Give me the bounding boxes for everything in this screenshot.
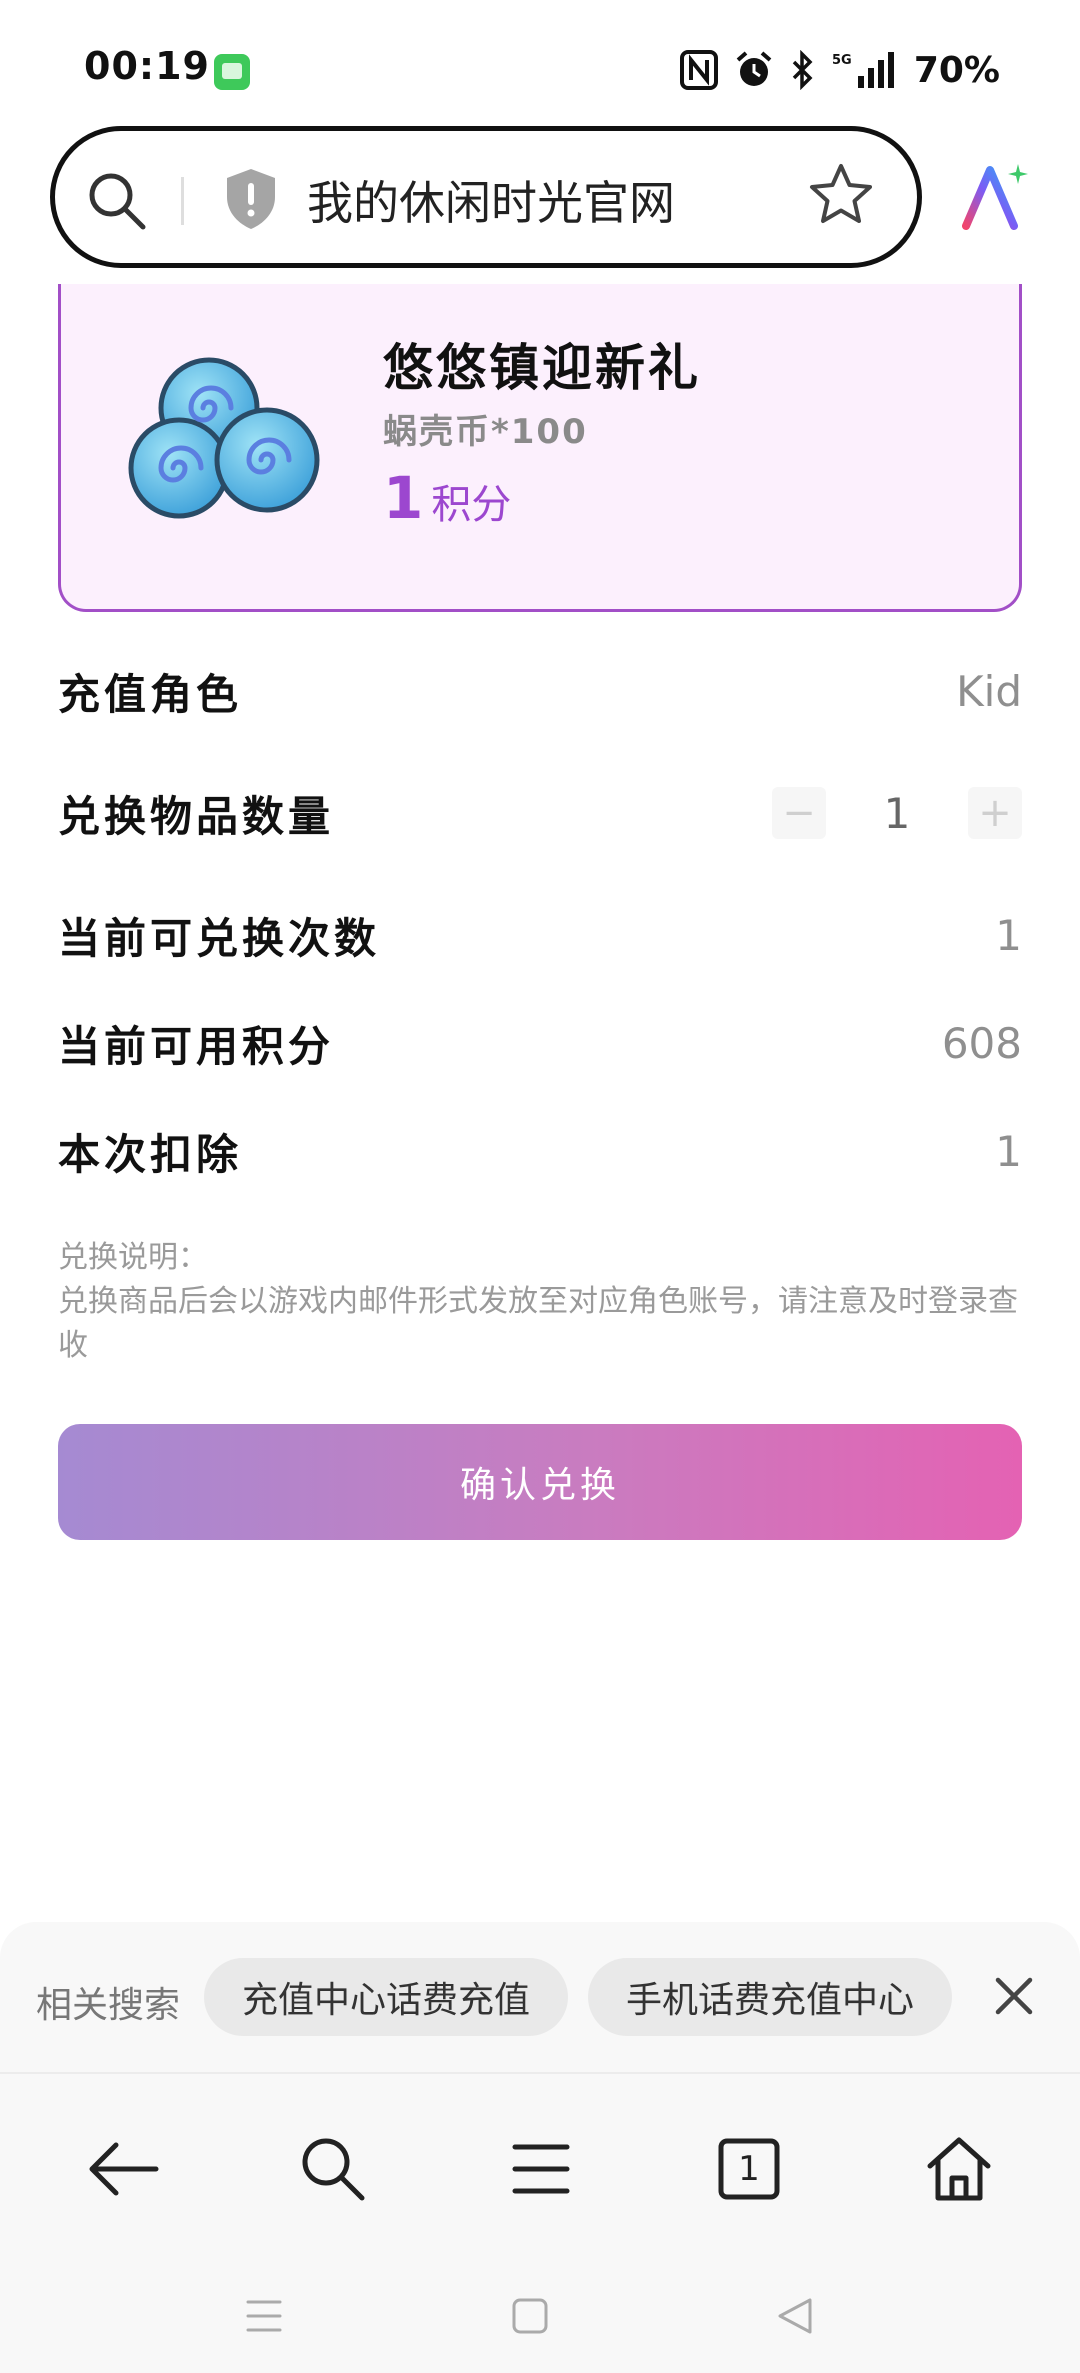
remaining-label: 当前可兑换次数 bbox=[58, 913, 381, 963]
message-icon bbox=[214, 54, 250, 90]
battery-percent: 70% bbox=[913, 49, 1000, 91]
ai-assistant-icon[interactable] bbox=[960, 160, 1030, 236]
row-quantity: 兑换物品数量 − 1 + bbox=[58, 778, 1022, 848]
nfc-icon bbox=[679, 50, 718, 90]
browser-toolbar: 1 bbox=[0, 2074, 1080, 2373]
home-icon[interactable] bbox=[914, 2124, 1004, 2214]
remaining-value: 1 bbox=[995, 910, 1022, 960]
tab-count: 1 bbox=[738, 2149, 760, 2189]
note-text: 兑换商品后会以游戏内邮件形式发放至对应角色账号，请注意及时登录查收 bbox=[58, 1284, 1018, 1363]
related-chip[interactable]: 充值中心话费充值 bbox=[204, 1958, 569, 2036]
deduct-value: 1 bbox=[995, 1126, 1022, 1176]
related-search-label: 相关搜索 bbox=[36, 1985, 181, 2026]
product-subtitle: 蜗壳币*100 bbox=[383, 412, 588, 452]
address-divider bbox=[181, 177, 184, 225]
points-label: 当前可用积分 bbox=[58, 1021, 335, 1071]
home-square-icon[interactable] bbox=[500, 2286, 560, 2346]
quantity-label: 兑换物品数量 bbox=[58, 791, 335, 841]
related-chip[interactable]: 手机话费充值中心 bbox=[588, 1958, 953, 2036]
row-available-points: 当前可用积分 608 bbox=[58, 1008, 1022, 1078]
note-title: 兑换说明： bbox=[58, 1240, 208, 1275]
status-time: 00:19 bbox=[84, 44, 210, 88]
row-recharge-role: 充值角色 Kid bbox=[58, 656, 1022, 726]
search-icon[interactable] bbox=[85, 169, 149, 237]
role-value: Kid bbox=[956, 666, 1022, 716]
quantity-stepper: − 1 + bbox=[772, 787, 1022, 839]
exchange-note: 兑换说明： 兑换商品后会以游戏内邮件形式发放至对应角色账号，请注意及时登录查收 bbox=[58, 1236, 1022, 1368]
tabs-icon[interactable]: 1 bbox=[704, 2124, 794, 2214]
close-icon[interactable] bbox=[988, 1970, 1040, 2026]
back-triangle-icon[interactable] bbox=[766, 2286, 826, 2346]
status-bar: 00:19 5G 70% bbox=[0, 0, 1080, 120]
quantity-value[interactable]: 1 bbox=[826, 789, 968, 838]
svg-text:5G: 5G bbox=[832, 53, 852, 68]
confirm-exchange-button[interactable]: 确认兑换 bbox=[58, 1424, 1022, 1540]
back-arrow-icon[interactable] bbox=[78, 2124, 168, 2214]
related-search-bar: 相关搜索 充值中心话费充值 手机话费充值中心 bbox=[0, 1922, 1080, 2072]
search-icon[interactable] bbox=[288, 2124, 378, 2214]
row-remaining-times: 当前可兑换次数 1 bbox=[58, 900, 1022, 970]
signal-icon: 5G bbox=[832, 50, 898, 90]
decrement-button[interactable]: − bbox=[772, 787, 826, 839]
product-card: 悠悠镇迎新礼 蜗壳币*100 1 积分 bbox=[58, 284, 1022, 612]
price-value: 1 bbox=[383, 464, 424, 532]
shield-icon[interactable] bbox=[223, 167, 279, 235]
increment-button[interactable]: + bbox=[968, 787, 1022, 839]
bluetooth-icon bbox=[790, 50, 816, 90]
price-unit: 积分 bbox=[431, 482, 512, 528]
points-value: 608 bbox=[941, 1018, 1022, 1068]
product-title: 悠悠镇迎新礼 bbox=[383, 339, 701, 397]
status-icons: 5G 70% bbox=[679, 44, 1000, 96]
alarm-icon bbox=[734, 50, 774, 90]
row-deduction: 本次扣除 1 bbox=[58, 1116, 1022, 1186]
product-price: 1 积分 bbox=[383, 464, 511, 532]
address-bar[interactable]: 我的休闲时光官网 bbox=[50, 126, 922, 268]
recents-icon[interactable] bbox=[234, 2286, 294, 2346]
deduct-label: 本次扣除 bbox=[58, 1129, 243, 1179]
page-title-url[interactable]: 我的休闲时光官网 bbox=[307, 167, 675, 233]
role-label: 充值角色 bbox=[58, 669, 243, 719]
menu-icon[interactable] bbox=[496, 2124, 586, 2214]
star-icon[interactable] bbox=[807, 161, 875, 233]
snail-coin-icon bbox=[127, 350, 327, 530]
